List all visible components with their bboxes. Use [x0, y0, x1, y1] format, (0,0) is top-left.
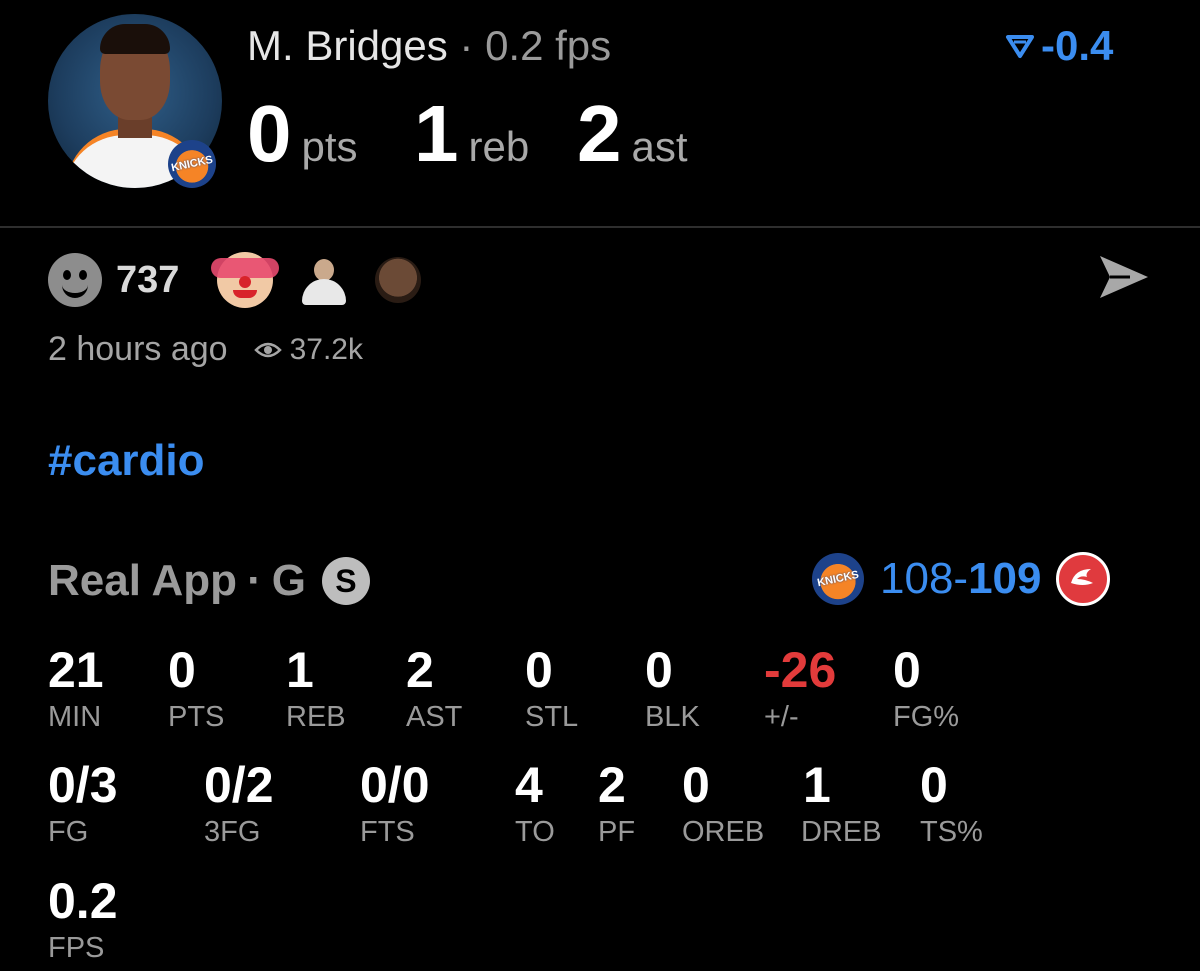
knicks-logo-icon: KNICKS	[812, 553, 864, 605]
stat-value: 0/3	[48, 757, 118, 813]
top-stat-reb: 1 reb	[414, 88, 529, 180]
stat-cell: 0/3 FG	[48, 760, 118, 849]
stat-value: 0/0	[360, 757, 430, 813]
top-stat-pts: 0 pts	[247, 88, 358, 180]
stat-label: BLK	[645, 701, 700, 733]
top-stat-value: 0	[247, 89, 292, 178]
stat-value: 0	[645, 642, 673, 698]
stat-label: TS%	[920, 816, 983, 848]
stat-cell: 4 TO	[515, 760, 555, 849]
player-position: G	[271, 556, 306, 605]
score-home: 108	[880, 554, 954, 603]
score-text: 108-109	[880, 554, 1042, 604]
status-badge: S	[321, 557, 370, 605]
top-stat-unit: reb	[468, 123, 530, 170]
stat-cell: 1 DREB	[801, 760, 882, 849]
top-stat-value: 2	[577, 89, 622, 178]
stat-label: MIN	[48, 701, 102, 733]
eye-icon	[253, 342, 282, 357]
person-emoji-icon[interactable]	[299, 255, 349, 305]
stat-cell: 0 FG%	[893, 645, 959, 734]
views-value: 37.2k	[289, 332, 363, 366]
player-name[interactable]: M. Bridges	[247, 22, 448, 69]
stat-label: DREB	[801, 816, 882, 848]
stat-value: 0/2	[204, 757, 274, 813]
view-count: 37.2k	[253, 332, 363, 367]
stat-value: 0	[920, 757, 948, 813]
stat-cell: 0.2 FPS	[48, 876, 118, 965]
stat-cell: 1 REB	[286, 645, 346, 734]
plus-minus-value: -26	[764, 642, 837, 698]
stat-label: PTS	[168, 701, 225, 733]
stat-cell: -26 +/-	[764, 645, 836, 734]
top-stat-unit: ast	[631, 123, 688, 170]
stat-label: FTS	[360, 816, 415, 848]
reaction-bar: 737	[48, 252, 447, 308]
stat-cell: 2 AST	[406, 645, 462, 734]
stat-value: 2	[406, 642, 434, 698]
stat-value: 0	[168, 642, 196, 698]
stat-cell: 0/0 FTS	[360, 760, 430, 849]
stat-label: +/-	[764, 701, 799, 733]
stat-label: OREB	[682, 816, 765, 848]
stat-cell: 0 BLK	[645, 645, 700, 734]
source-name: Real App	[48, 556, 238, 605]
hawks-logo-icon	[1055, 552, 1110, 606]
top-stat-value: 1	[414, 89, 459, 178]
smile-icon[interactable]	[48, 253, 102, 307]
stat-value: 1	[803, 757, 831, 813]
post-meta: 2 hours ago 37.2k	[48, 330, 363, 369]
clown-emoji-icon[interactable]	[211, 252, 280, 308]
stat-value: 1	[286, 642, 314, 698]
reaction-count[interactable]: 737	[116, 259, 179, 302]
player-title[interactable]: M. Bridges · 0.2 fps	[247, 22, 611, 70]
hashtag-link[interactable]: #cardio	[48, 436, 205, 486]
player-fps: 0.2 fps	[485, 22, 612, 69]
stat-value: 4	[515, 757, 543, 813]
stat-label: FPS	[48, 932, 105, 964]
hair-shape	[100, 24, 170, 54]
stat-cell: 0 PTS	[168, 645, 224, 734]
stat-label: STL	[525, 701, 579, 733]
down-triangle-icon	[1006, 35, 1034, 58]
stat-value: 0	[525, 642, 553, 698]
stat-value: 0	[682, 757, 710, 813]
stat-cell: 21 MIN	[48, 645, 104, 734]
knicks-logo-icon: KNICKS	[168, 140, 216, 188]
send-icon[interactable]	[1096, 252, 1152, 302]
header-divider	[0, 226, 1200, 228]
stat-label: PF	[598, 816, 636, 848]
stat-value: 21	[48, 642, 104, 698]
score-dash: -	[953, 554, 969, 603]
separator-dot: ·	[247, 556, 262, 605]
stat-value: 2	[598, 757, 626, 813]
game-source-line: Real App · G S	[48, 556, 370, 606]
stat-label: FG%	[893, 701, 960, 733]
stat-label: FG	[48, 816, 89, 848]
stat-label: 3FG	[204, 816, 261, 848]
time-ago: 2 hours ago	[48, 330, 228, 368]
stat-label: REB	[286, 701, 346, 733]
delta-value: -0.4	[1041, 22, 1114, 69]
fps-delta: -0.4	[1005, 22, 1113, 70]
stat-value: 0.2	[48, 873, 118, 929]
top-stat-ast: 2 ast	[577, 88, 688, 180]
stat-value: 0	[893, 642, 921, 698]
top-stat-unit: pts	[301, 123, 358, 170]
stat-cell: 0/2 3FG	[204, 760, 274, 849]
score-away: 109	[968, 554, 1042, 603]
face-emoji-icon[interactable]	[375, 257, 422, 303]
stat-cell: 2 PF	[598, 760, 635, 849]
game-score[interactable]: KNICKS 108-109	[812, 552, 1110, 606]
stat-cell: 0 STL	[525, 645, 578, 734]
stat-cell: 0 OREB	[682, 760, 764, 849]
stat-cell: 0 TS%	[920, 760, 983, 849]
stat-label: AST	[406, 701, 463, 733]
stat-label: TO	[515, 816, 555, 848]
separator-dot: ·	[459, 22, 474, 69]
